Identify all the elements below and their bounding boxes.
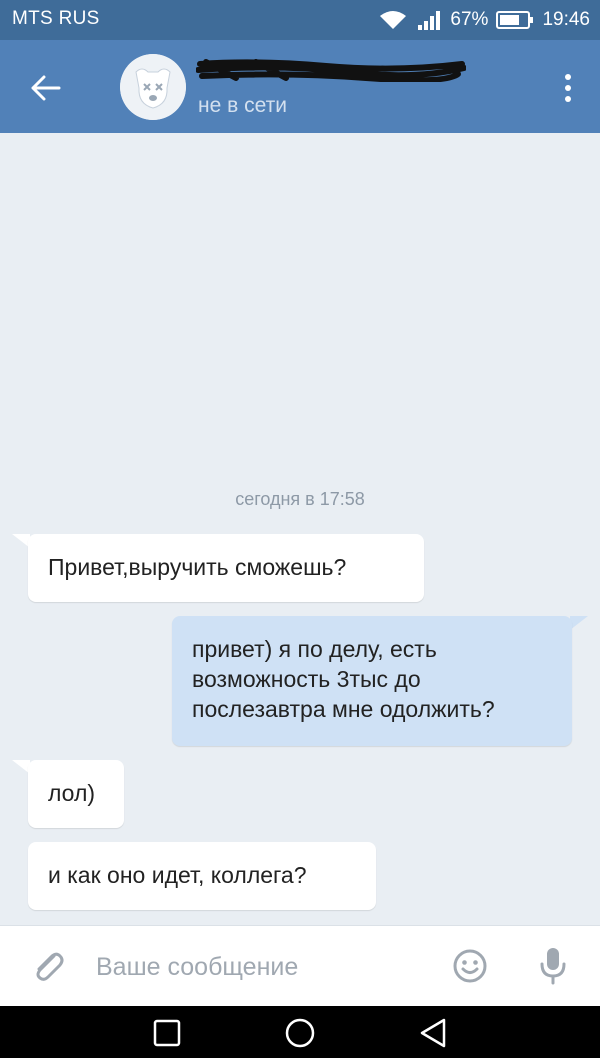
date-separator: сегодня в 17:58 bbox=[235, 489, 365, 509]
back-button[interactable] bbox=[24, 66, 68, 110]
message-bubble-outgoing[interactable]: привет) я по делу, есть возможность 3тыс… bbox=[172, 616, 572, 746]
message-text: лол) bbox=[48, 780, 96, 806]
message-bubble-incoming[interactable]: лол) bbox=[28, 760, 124, 828]
message-text: возможность 3тыс до bbox=[192, 666, 421, 692]
arrow-left-icon bbox=[31, 75, 61, 101]
bubble-tail bbox=[570, 616, 588, 630]
clock: 19:46 bbox=[542, 9, 590, 30]
signal-icon bbox=[418, 11, 441, 30]
recent-apps-icon[interactable] bbox=[150, 1016, 184, 1050]
message-text: привет) я по делу, есть bbox=[192, 636, 437, 662]
more-dot-icon bbox=[565, 74, 571, 80]
message-bubble-incoming[interactable]: Привет,выручить сможешь? bbox=[28, 534, 424, 602]
contact-status: не в сети bbox=[198, 94, 287, 117]
message-text: и как оно идет, коллега? bbox=[48, 862, 307, 888]
smile-icon[interactable] bbox=[452, 948, 488, 984]
home-icon[interactable] bbox=[283, 1016, 317, 1050]
redacted-contact-name bbox=[196, 59, 466, 82]
battery-icon bbox=[496, 11, 534, 29]
message-composer bbox=[0, 925, 600, 1006]
message-list[interactable]: сегодня в 17:58 Привет,выручить сможешь?… bbox=[0, 133, 600, 925]
more-options-button[interactable] bbox=[554, 68, 582, 108]
avatar[interactable] bbox=[120, 54, 186, 120]
battery-percent: 67% bbox=[450, 9, 489, 30]
status-icons: 67% 19:46 bbox=[378, 6, 590, 34]
status-bar: MTS RUS 67% 19:46 bbox=[0, 0, 600, 40]
deactivated-dog-icon bbox=[120, 54, 186, 120]
paperclip-icon[interactable] bbox=[30, 948, 66, 984]
message-bubble-incoming[interactable]: и как оно идет, коллега? bbox=[28, 842, 376, 910]
carrier-name: MTS RUS bbox=[12, 8, 100, 29]
more-dot-icon bbox=[565, 96, 571, 102]
more-dot-icon bbox=[565, 85, 571, 91]
message-input[interactable] bbox=[94, 940, 438, 994]
system-navigation-bar bbox=[0, 1006, 600, 1058]
message-text: послезавтра мне одолжить? bbox=[192, 696, 495, 722]
chat-header: не в сети bbox=[0, 40, 600, 133]
microphone-icon[interactable] bbox=[538, 946, 568, 986]
message-text: Привет,выручить сможешь? bbox=[48, 554, 347, 580]
back-triangle-icon[interactable] bbox=[416, 1016, 450, 1050]
wifi-icon bbox=[380, 11, 407, 29]
